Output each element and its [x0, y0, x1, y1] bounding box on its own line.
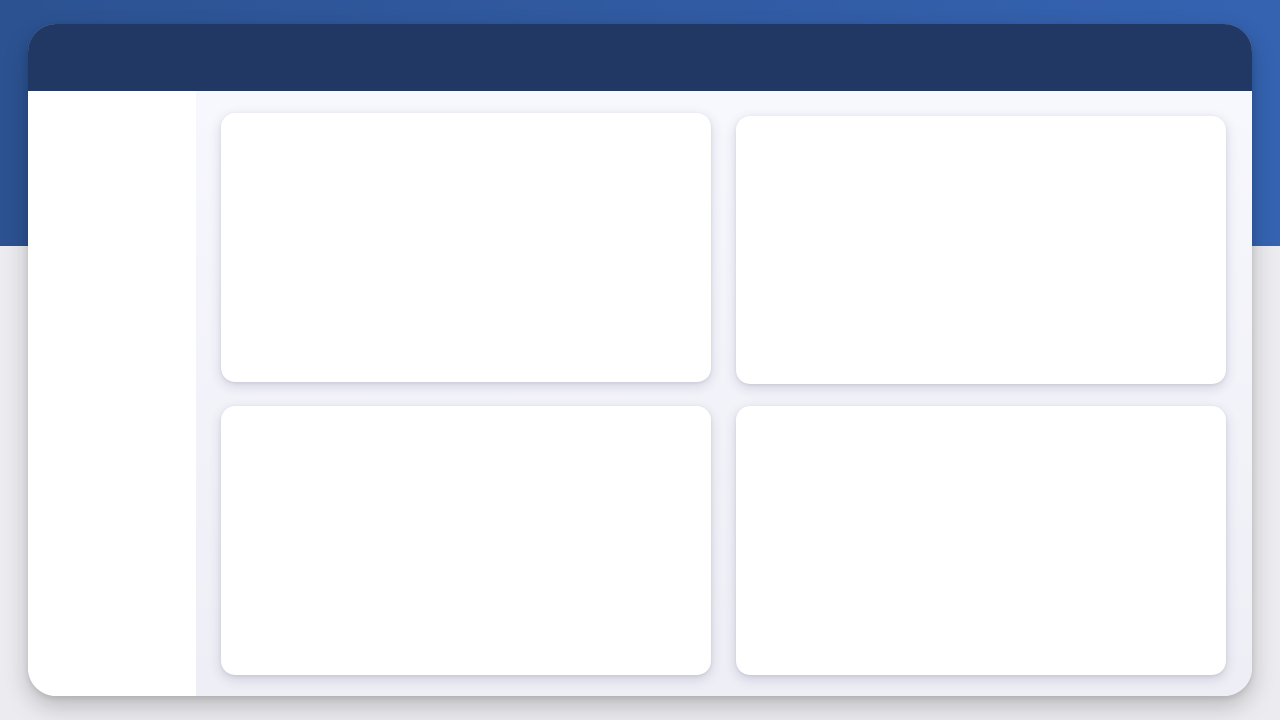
dashboard-card: [736, 116, 1226, 384]
sidebar: [28, 91, 196, 696]
dashboard-card: [736, 406, 1226, 675]
dashboard-card: [221, 406, 711, 675]
dashboard-card: [221, 113, 711, 382]
header-bar: [28, 24, 1252, 91]
app-window: [28, 24, 1252, 696]
main-content: [196, 91, 1252, 696]
